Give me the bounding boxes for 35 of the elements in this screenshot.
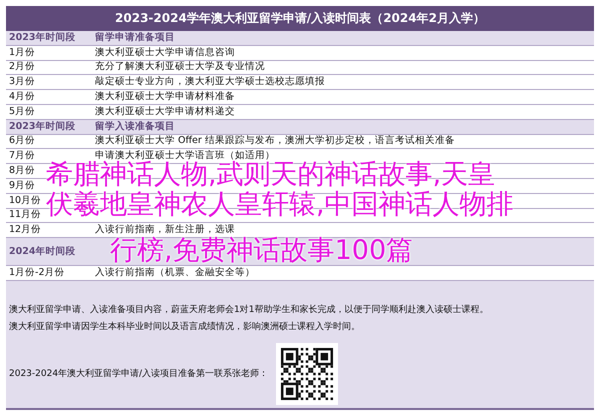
item-cell-text: 澳大利亚硕士大学申请信息咨询 xyxy=(94,46,236,59)
table-title: 2023-2024学年澳大利亚留学申请/入读时间表（2024年2月入学） xyxy=(6,6,594,31)
period-cell-text: 2月份 xyxy=(8,61,36,74)
headline-line: 行榜,免费神话故事100篇 xyxy=(110,236,414,266)
qr-code-icon xyxy=(276,342,338,405)
item-cell-text: 敲定硕士专业方向，澳大利亚大学硕士选校志愿填报 xyxy=(94,76,326,88)
headline-line: 希腊神话人物,武则天的神话故事,天皇 xyxy=(46,160,496,190)
period-cell-text: 1月份 xyxy=(8,46,36,59)
note-text: 澳大利亚留学申请、入读准备项目内容，蔚蓝天府老师会1对1帮助学生和家长完成，以便于同学顺利赴澳入读硕士课程。 xyxy=(9,304,490,316)
period-cell-text: 2023年时间段 xyxy=(8,32,76,44)
period-cell-text: 8月份 xyxy=(8,165,36,178)
note-text: 澳大利亚留学申请因学生本科毕业时间以及语言成绩情况，影响澳洲硕士课程入学时间。 xyxy=(9,320,361,333)
item-cell-text: 澳大利亚硕士大学申请材料递交 xyxy=(94,106,236,118)
period-cell-text: 3月份 xyxy=(8,76,36,88)
period-cell-text: 4月份 xyxy=(8,91,36,104)
item-cell-text: 充分了解澳大利亚硕士大学及专业情况 xyxy=(94,61,266,74)
period-cell-text: 6月份 xyxy=(8,135,36,148)
item-cell-text: 申请澳大利亚硕士大学语言班（如适用） xyxy=(95,150,276,162)
period-cell-text: 12月份 xyxy=(8,224,42,236)
period-cell-text: 10月份 xyxy=(8,194,42,207)
item-cell-text: 留学申请准备项目 xyxy=(94,32,176,44)
headline-line: 伏羲地皇神农人皇轩辕,中国神话人物排 xyxy=(46,190,514,220)
period-cell-text: 2023年时间段 xyxy=(8,120,76,133)
period-cell-text: 1月份-2月份 xyxy=(8,267,66,280)
item-cell-text: 澳大利亚硕士大学 Offer 结果跟踪与发布，澳洲大学初步定校，语言考试相关准备 xyxy=(94,135,456,148)
item-cell-text: 澳大利亚硕士大学申请材料准备 xyxy=(94,91,236,104)
period-cell-text: 5月份 xyxy=(8,106,36,118)
contact-text: 2023-2024年澳大利亚留学申请/入读项目准备第一联系张老师： xyxy=(9,368,268,380)
period-cell-text: 7月份 xyxy=(8,150,36,162)
item-cell-text: 留学入读准备项目 xyxy=(94,120,176,133)
item-cell-text: 入读行前指南，新生注册，选课 xyxy=(94,224,236,236)
item-cell-text: 入读行前指南（机票、金融安全等） xyxy=(94,267,256,280)
period-cell-text: 2024年时间段 xyxy=(8,246,76,258)
period-cell-text: 9月份 xyxy=(8,180,36,192)
period-cell-text: 11月份 xyxy=(8,209,42,222)
